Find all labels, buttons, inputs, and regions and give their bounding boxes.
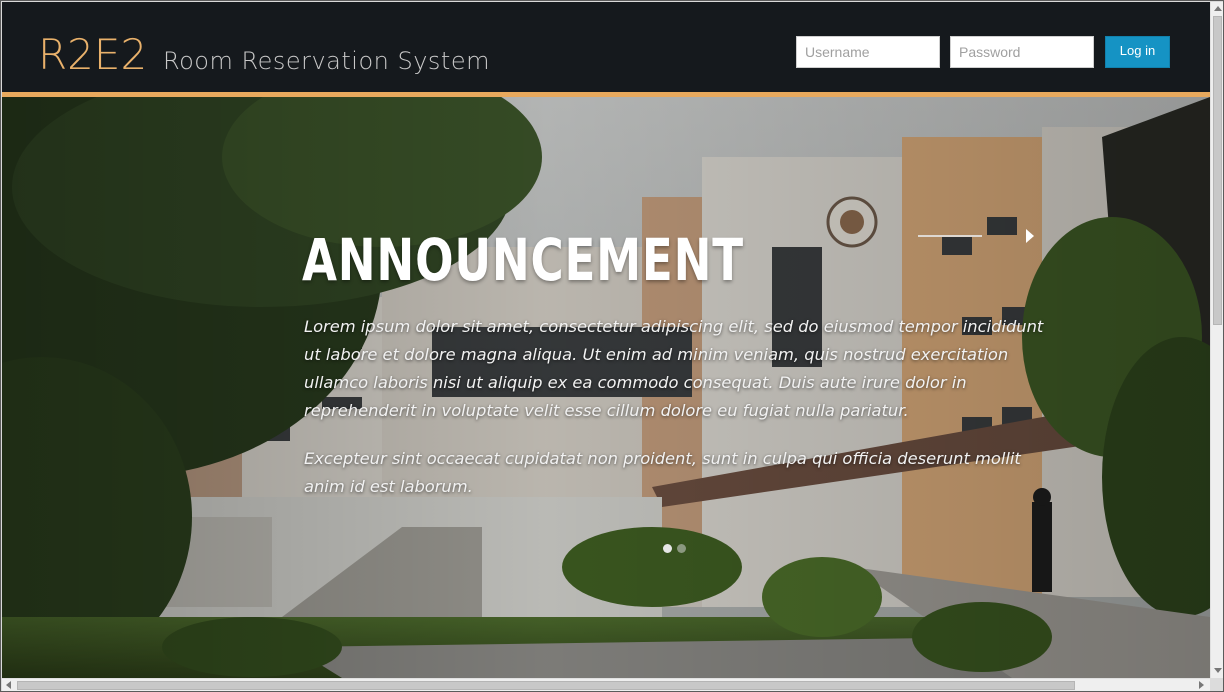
vertical-scrollbar[interactable]	[1210, 2, 1223, 678]
hero-carousel: ANNOUNCEMENT Lorem ipsum dolor sit amet,…	[2, 97, 1210, 678]
scroll-up-icon[interactable]	[1214, 6, 1222, 11]
carousel-dot[interactable]	[663, 544, 672, 553]
page-viewport: R2E2 Room Reservation System Log in	[2, 2, 1210, 678]
announcement-heading: ANNOUNCEMENT	[302, 226, 744, 294]
horizontal-scrollbar[interactable]	[2, 678, 1210, 691]
browser-window: R2E2 Room Reservation System Log in	[0, 0, 1224, 692]
password-input[interactable]	[950, 36, 1094, 68]
login-button[interactable]: Log in	[1105, 36, 1170, 68]
vertical-scroll-thumb[interactable]	[1213, 16, 1222, 325]
announcement-paragraph-1: Lorem ipsum dolor sit amet, consectetur …	[304, 317, 1044, 420]
site-logo[interactable]: R2E2	[38, 31, 147, 79]
horizontal-scroll-thumb[interactable]	[17, 681, 1075, 690]
scrollbar-corner	[1210, 678, 1223, 691]
username-input[interactable]	[796, 36, 940, 68]
site-subtitle: Room Reservation System	[163, 47, 490, 75]
scroll-left-icon[interactable]	[6, 681, 11, 689]
scroll-down-icon[interactable]	[1214, 668, 1222, 673]
announcement-paragraph-2: Excepteur sint occaecat cupidatat non pr…	[304, 449, 1021, 496]
carousel-indicators	[663, 538, 691, 553]
site-header: R2E2 Room Reservation System Log in	[2, 2, 1210, 92]
carousel-dot[interactable]	[677, 544, 686, 553]
scroll-right-icon[interactable]	[1199, 681, 1204, 689]
slider-progress-line	[918, 235, 982, 237]
chevron-right-icon[interactable]	[1026, 229, 1034, 243]
